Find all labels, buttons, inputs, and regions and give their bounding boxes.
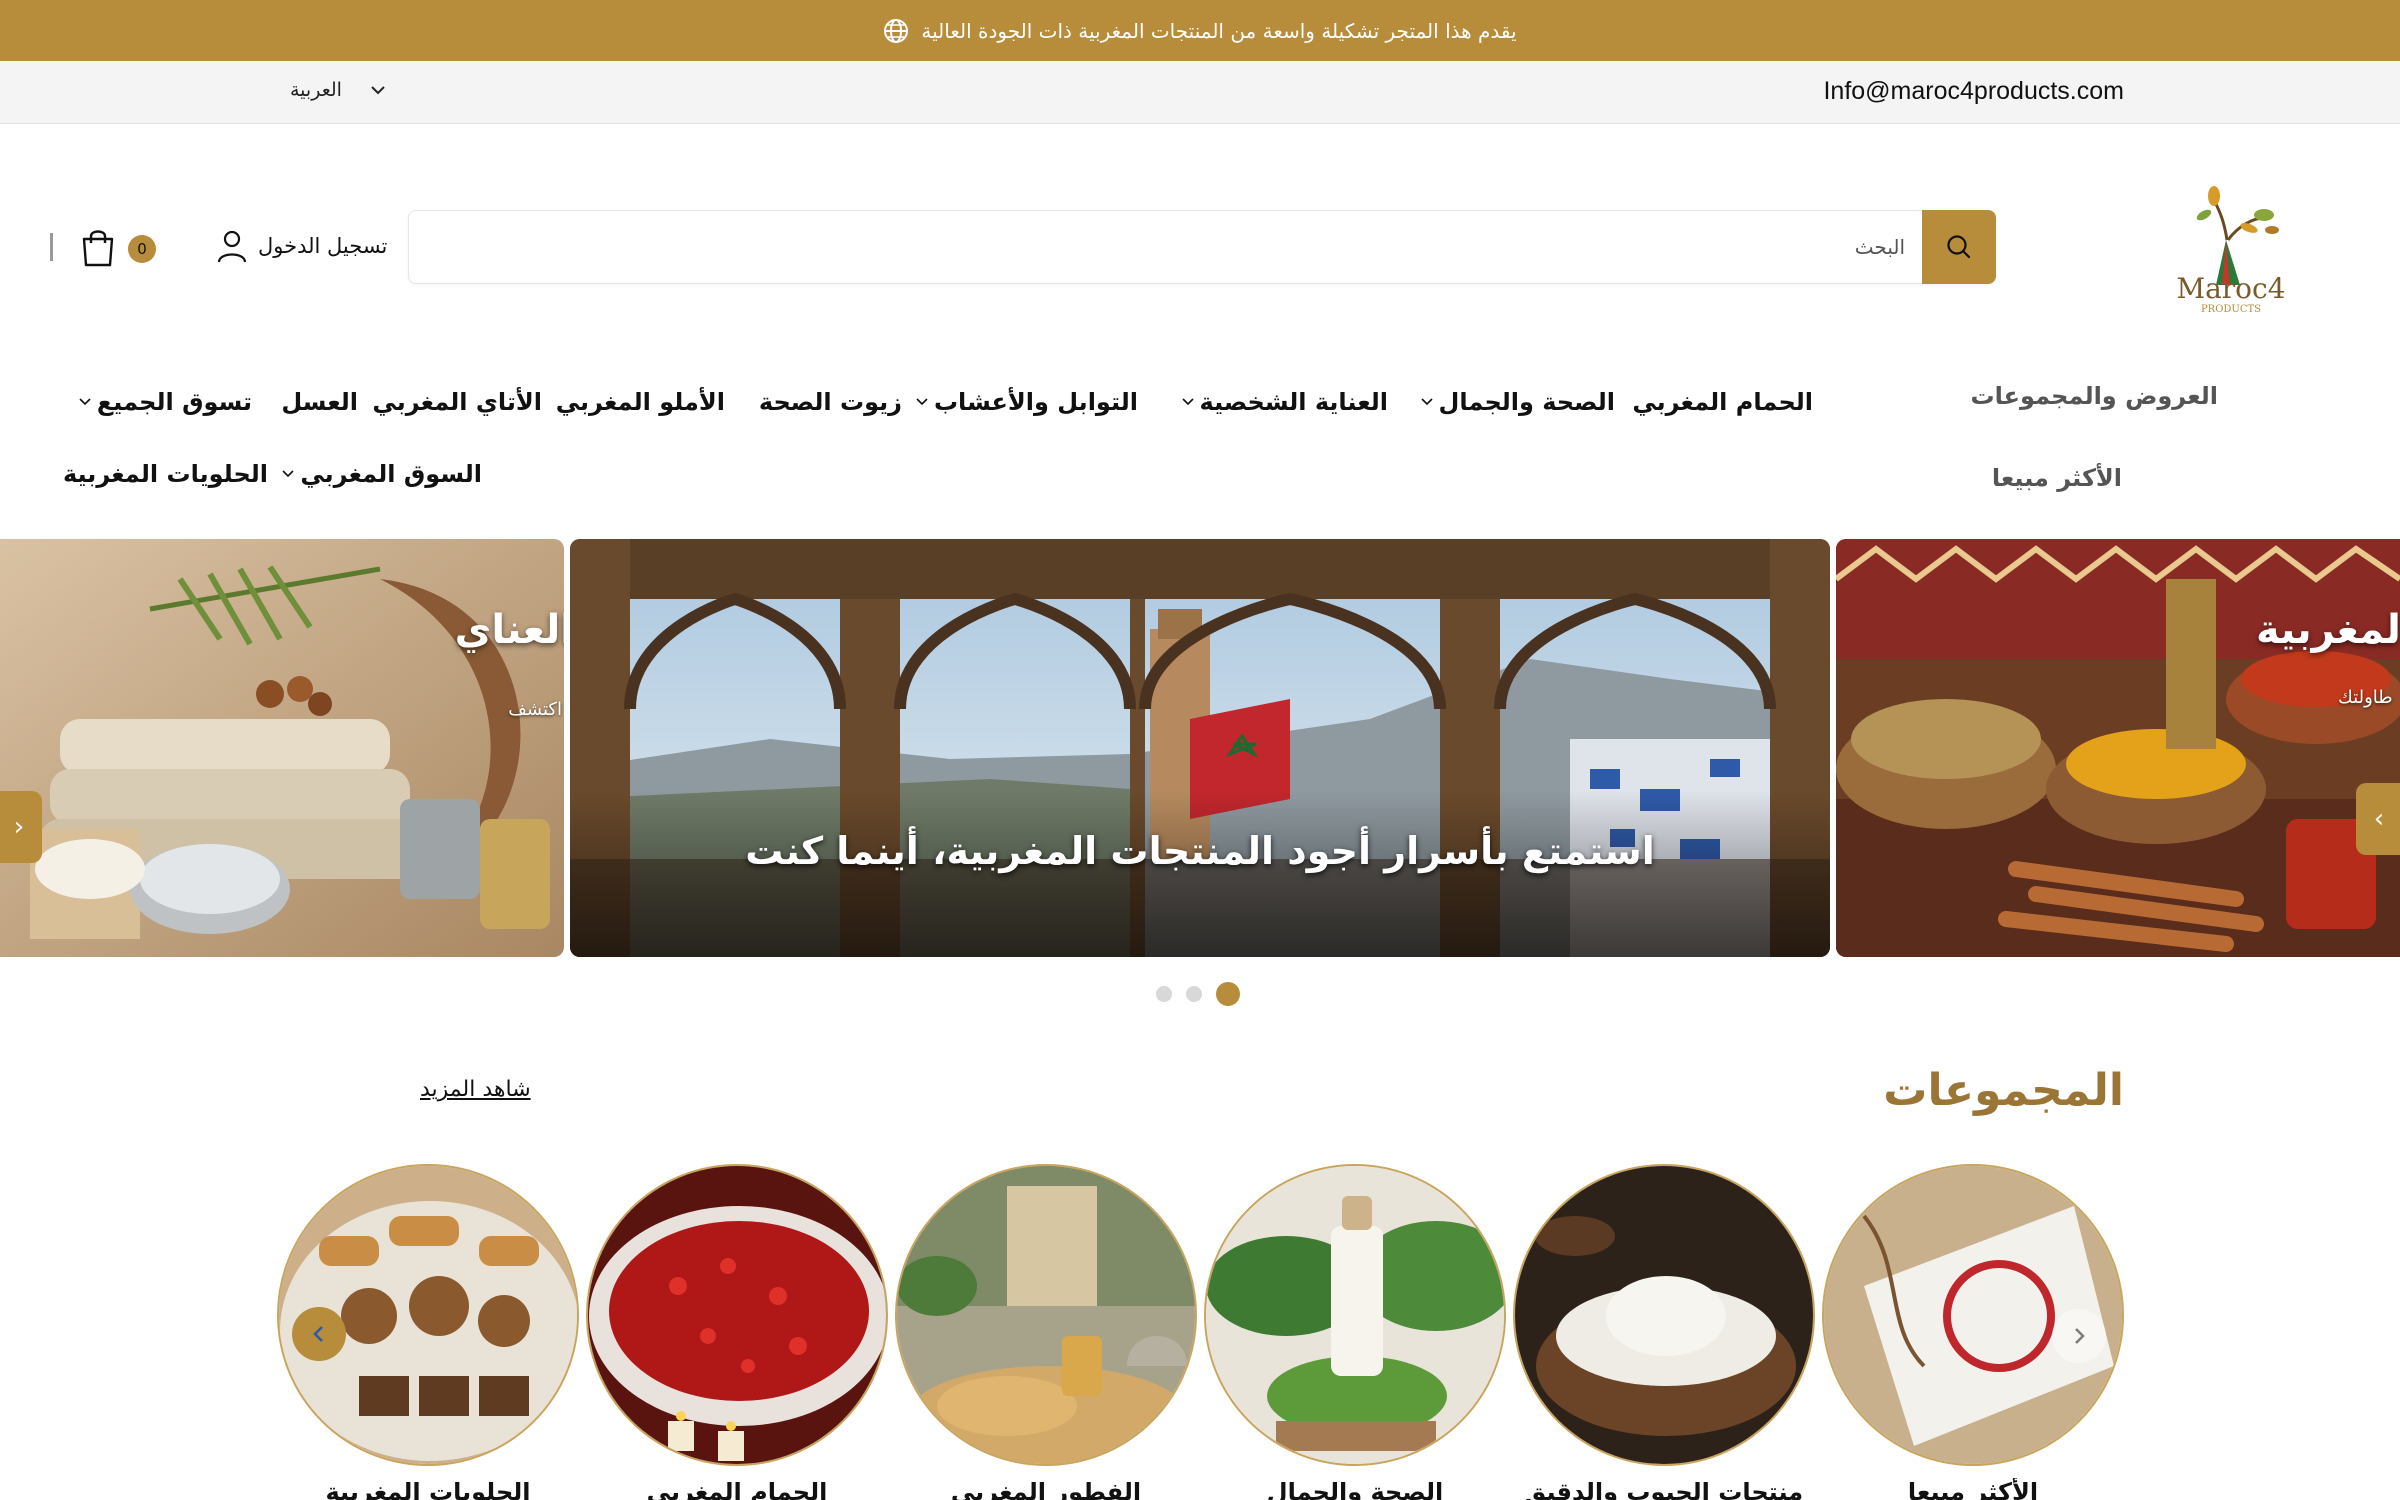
- collection-label: الحمام المغربي: [646, 1478, 828, 1500]
- nav-label: الأتاي المغربي: [372, 388, 542, 416]
- slide-spices[interactable]: المغربية طاولتك ‹: [1836, 539, 2400, 957]
- collection-image: [588, 1166, 886, 1464]
- search-icon: [1947, 235, 1971, 259]
- nav-label: السوق المغربي: [300, 460, 482, 488]
- chevron-down-icon: [916, 398, 928, 406]
- nav-item-spices-herbs[interactable]: التوابل والأعشاب: [914, 388, 1138, 416]
- nav-item-moroccan-market[interactable]: السوق المغربي: [280, 460, 482, 488]
- chevron-down-icon: [371, 86, 385, 95]
- slide-right-subtitle: طاولتك: [2338, 687, 2393, 708]
- nav-label: تسوق الجميع: [96, 388, 252, 416]
- collection-label: الأكثر مبيعا: [1907, 1478, 2039, 1500]
- collections-next-button[interactable]: [2052, 1309, 2106, 1363]
- collection-label: منتجات الحبوب والدقيق: [1524, 1478, 1804, 1500]
- collection-card-moroccan-hammam[interactable]: [586, 1164, 888, 1466]
- logo-wordmark: Maroc4: [2176, 272, 2285, 305]
- collection-card-grains-flour[interactable]: [1513, 1164, 1815, 1466]
- nav-link-offers-collections[interactable]: العروض والمجموعات: [1971, 382, 2218, 410]
- collection-card-health-beauty[interactable]: [1204, 1164, 1506, 1466]
- chevron-down-icon: [1181, 398, 1194, 406]
- slide-image: [1836, 539, 2400, 957]
- nav-label: الحلويات المغربية: [62, 460, 268, 488]
- nav-item-moroccan-hammam[interactable]: الحمام المغربي: [1632, 388, 1813, 416]
- globe-icon: [884, 18, 909, 43]
- nav-label: الصحة والجمال: [1438, 388, 1615, 416]
- nav-link-best-sellers[interactable]: الأكثر مبيعا: [1992, 464, 2122, 492]
- language-label: العربية: [290, 79, 342, 101]
- nav-label: التوابل والأعشاب: [933, 388, 1138, 416]
- nav-label: زيوت الصحة: [758, 388, 902, 416]
- nav-item-moroccan-sweets[interactable]: الحلويات المغربية: [63, 460, 268, 488]
- chevron-left-icon: [313, 1326, 323, 1342]
- chevron-down-icon: [79, 398, 91, 406]
- nav-item-personal-care[interactable]: العناية الشخصية: [1180, 388, 1388, 416]
- logo-mark: Maroc4 PRODUCTS: [2176, 186, 2286, 315]
- language-selector[interactable]: العربية: [290, 79, 388, 101]
- nav-item-honey[interactable]: العسل: [281, 388, 358, 416]
- slide-right-title: المغربية: [2256, 607, 2400, 653]
- chevron-down-icon: [1420, 398, 1433, 406]
- slide-left-subtitle: اكتشف: [508, 699, 562, 720]
- collection-image: [897, 1166, 1195, 1464]
- slider-dot[interactable]: [1156, 986, 1172, 1002]
- slider-dot-active[interactable]: [1216, 982, 1240, 1006]
- cart-button[interactable]: 0: [80, 227, 160, 267]
- collection-card-moroccan-breakfast[interactable]: [895, 1164, 1197, 1466]
- slider-dot[interactable]: [1186, 986, 1202, 1002]
- slide-image: [0, 539, 564, 957]
- slide-personal-care[interactable]: العناي اكتشف ›: [0, 539, 564, 957]
- nav-item-shop-all[interactable]: تسوق الجميع: [77, 388, 252, 416]
- cart-count-badge: 0: [128, 235, 156, 263]
- collection-image: [1206, 1166, 1504, 1464]
- search-button[interactable]: [1922, 210, 1996, 284]
- contact-email-link[interactable]: Info@maroc4products.com: [1823, 77, 2124, 106]
- slide-main[interactable]: استمتع بأسرار أجود المنتجات المغربية، أي…: [570, 539, 1830, 957]
- search-input[interactable]: [419, 211, 1919, 283]
- slide-left-title: العناي: [454, 607, 564, 653]
- slider-pagination: [1156, 982, 1240, 1006]
- collection-image: [1515, 1166, 1813, 1464]
- search-bar: [408, 210, 1996, 284]
- shopping-bag-icon: [82, 230, 114, 267]
- nav-label: الأملو المغربي: [555, 388, 725, 416]
- nav-label: العناية الشخصية: [1199, 388, 1388, 416]
- nav-item-health-beauty[interactable]: الصحة والجمال: [1419, 388, 1615, 416]
- slide-main-caption: استمتع بأسرار أجود المنتجات المغربية، أي…: [745, 829, 1655, 873]
- collection-label: الحلويات المغربية: [325, 1478, 531, 1500]
- announcement-text: يقدم هذا المتجر تشكيلة واسعة من المنتجات…: [921, 18, 1517, 43]
- logo-tagline: PRODUCTS: [2201, 304, 2261, 315]
- logo[interactable]: Maroc4 PRODUCTS: [2164, 170, 2299, 320]
- nav-item-amlou[interactable]: الأملو المغربي: [556, 388, 725, 416]
- announcement-bar: يقدم هذا المتجر تشكيلة واسعة من المنتجات…: [0, 0, 2400, 61]
- collection-label: الصحة والجمال: [1266, 1478, 1444, 1500]
- slide-left-cta-button[interactable]: ›: [0, 791, 42, 863]
- login-label: تسجيل الدخول: [258, 234, 388, 258]
- nav-item-health-oils[interactable]: زيوت الصحة: [759, 388, 902, 416]
- login-link[interactable]: تسجيل الدخول: [216, 228, 387, 264]
- chevron-down-icon: [282, 470, 294, 478]
- nav-label: الحمام المغربي: [1632, 388, 1813, 416]
- nav-item-moroccan-tea[interactable]: الأتاي المغربي: [372, 388, 542, 416]
- slide-image: [570, 539, 1830, 957]
- user-icon: [217, 230, 247, 263]
- collections-title: المجموعات: [1883, 1065, 2124, 1116]
- chevron-right-icon: [2075, 1328, 2085, 1344]
- collections-prev-button[interactable]: [292, 1307, 346, 1361]
- see-more-link[interactable]: شاهد المزيد: [420, 1077, 531, 1102]
- nav-label: العسل: [281, 388, 358, 416]
- slide-right-cta-button[interactable]: ‹: [2356, 783, 2400, 855]
- header-divider: [50, 233, 53, 261]
- utility-bar: العربية Info@maroc4products.com: [0, 61, 2400, 124]
- collection-label: الفطور المغربي: [950, 1478, 1142, 1500]
